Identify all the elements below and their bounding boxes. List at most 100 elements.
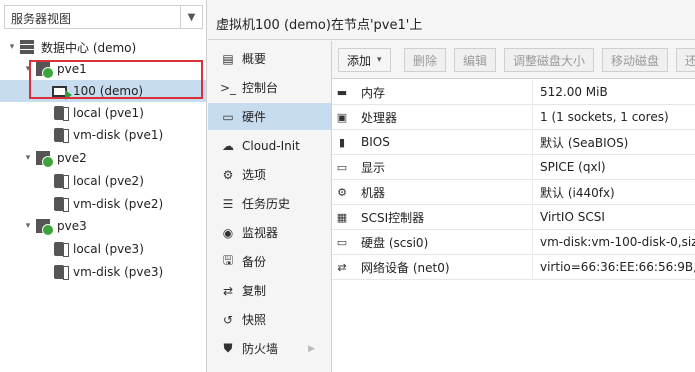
remove-button-label: 删除: [413, 53, 438, 68]
collapse-toggle-icon[interactable]: ▾: [22, 153, 34, 163]
storage-icon: [50, 241, 69, 257]
resize-disk-label: 调整磁盘大小: [513, 53, 586, 68]
nav-item-cloud-init[interactable]: ☁ Cloud-Init: [208, 132, 331, 159]
tree-node-datacenter[interactable]: ▾ 数据中心 (demo): [0, 36, 206, 58]
row-value: VirtIO SCSI: [540, 210, 605, 224]
row-value: SPICE (qxl): [540, 160, 606, 174]
nav-item-monitor[interactable]: ◉ 监视器: [208, 219, 331, 246]
hardware-row-network[interactable]: ⇄ 网络设备 (net0) virtio=66:36:EE:66:56:9B,b: [332, 255, 695, 280]
move-disk-button[interactable]: 移动磁盘: [602, 48, 669, 72]
shield-icon: ⛊: [223, 341, 233, 355]
add-button[interactable]: 添加 ▾: [338, 48, 391, 72]
cpu-icon: ▣: [336, 110, 348, 124]
database-icon: ▦: [336, 210, 348, 224]
hardware-grid: ▬ 内存 512.00 MiB ▣ 处理器 1 (1 sockets, 1 co…: [332, 79, 695, 372]
nav-item-label: 硬件: [242, 110, 267, 124]
hardware-toolbar: 添加 ▾ 删除 编辑 调整磁盘大小 移动磁盘 还: [332, 41, 695, 79]
tree-node-label: pve3: [57, 219, 87, 233]
vm-config-nav: ▤ 概要 >_ 控制台 ▭ 硬件 ☁ Cloud-Init ⚙ 选项 ☰ 任务历…: [208, 41, 332, 372]
remove-button[interactable]: 删除: [404, 48, 447, 72]
tree-node-vm-disk-pve1[interactable]: vm-disk (pve1): [0, 124, 206, 146]
row-key: BIOS: [361, 135, 390, 149]
hardware-row-cpu[interactable]: ▣ 处理器 1 (1 sockets, 1 cores): [332, 105, 695, 130]
row-key: 处理器: [361, 110, 398, 125]
tree-node-label: local (pve1): [73, 106, 144, 120]
tree-node-label: vm-disk (pve2): [73, 197, 164, 211]
storage-icon: [50, 173, 69, 189]
row-key: SCSI控制器: [361, 210, 425, 225]
nav-item-label: 任务历史: [242, 197, 291, 211]
tree-node-local-pve3[interactable]: local (pve3): [0, 238, 206, 260]
storage-icon: [50, 264, 69, 280]
tree-node-label: local (pve2): [73, 174, 144, 188]
tree-node-label: pve2: [57, 151, 87, 165]
nav-item-label: 快照: [242, 313, 267, 327]
hdd-icon: ▭: [336, 235, 348, 249]
edit-button[interactable]: 编辑: [454, 48, 497, 72]
cogs-icon: ⚙: [337, 185, 347, 199]
tree-node-vm-disk-pve2[interactable]: vm-disk (pve2): [0, 193, 206, 215]
exchange-icon: ⇄: [337, 260, 347, 274]
eye-icon: ◉: [222, 225, 234, 240]
nav-item-replication[interactable]: ⇄ 复制: [208, 277, 331, 304]
summary-icon: ▤: [222, 51, 234, 66]
resize-disk-button[interactable]: 调整磁盘大小: [504, 48, 595, 72]
content-header: 虚拟机100 (demo)在节点'pve1'上: [208, 0, 695, 40]
nav-item-task-history[interactable]: ☰ 任务历史: [208, 190, 331, 217]
nav-item-label: 备份: [242, 255, 267, 269]
chevron-down-icon[interactable]: ▼: [180, 6, 202, 28]
row-value: 1 (1 sockets, 1 cores): [540, 110, 669, 124]
hardware-row-scsi-controller[interactable]: ▦ SCSI控制器 VirtIO SCSI: [332, 205, 695, 230]
revert-button[interactable]: 还: [676, 48, 695, 72]
tree-node-label: 数据中心 (demo): [41, 40, 137, 55]
row-key: 机器: [361, 185, 386, 200]
row-value: virtio=66:36:EE:66:56:9B,b: [540, 260, 695, 274]
collapse-toggle-icon[interactable]: ▾: [6, 42, 18, 52]
list-icon: ☰: [222, 196, 234, 211]
view-select[interactable]: 服务器视图 ▼: [4, 5, 203, 29]
row-value: 512.00 MiB: [540, 85, 608, 99]
tree-node-label: vm-disk (pve1): [73, 128, 164, 142]
nav-item-hardware[interactable]: ▭ 硬件: [208, 103, 331, 130]
hardware-row-display[interactable]: ▭ 显示 SPICE (qxl): [332, 155, 695, 180]
revert-button-label: 还: [685, 53, 695, 68]
collapse-toggle-icon[interactable]: ▾: [22, 221, 34, 231]
retweet-icon: ⇄: [222, 283, 234, 298]
server-icon: [18, 39, 36, 55]
save-icon: 🖫: [222, 253, 234, 267]
edit-button-label: 编辑: [463, 53, 488, 68]
hardware-row-hard-disk[interactable]: ▭ 硬盘 (scsi0) vm-disk:vm-100-disk-0,size: [332, 230, 695, 255]
nav-item-snapshots[interactable]: ↺ 快照: [208, 306, 331, 333]
nav-item-backup[interactable]: 🖫 备份: [208, 248, 331, 275]
tree-node-local-pve1[interactable]: local (pve1): [0, 102, 206, 124]
tree-node-label: local (pve3): [73, 242, 144, 256]
gear-icon: ⚙: [222, 167, 234, 182]
console-icon: >_: [219, 80, 237, 95]
microchip-icon: ▮: [338, 135, 346, 149]
cloud-icon: ☁: [222, 138, 234, 153]
storage-icon: [50, 196, 69, 212]
row-value: 默认 (SeaBIOS): [540, 135, 629, 150]
nav-item-summary[interactable]: ▤ 概要: [208, 45, 331, 72]
chevron-down-icon: ▾: [377, 55, 382, 65]
tree-node-pve3[interactable]: ▾ pve3: [0, 215, 206, 237]
row-value: 默认 (i440fx): [540, 185, 615, 200]
hardware-row-bios[interactable]: ▮ BIOS 默认 (SeaBIOS): [332, 130, 695, 155]
row-key: 网络设备 (net0): [361, 260, 450, 275]
tree-node-pve2[interactable]: ▾ pve2: [0, 147, 206, 169]
resource-tree-panel: 服务器视图 ▼ ▾ 数据中心 (demo) ▾ pve1 100 (demo) …: [0, 0, 207, 372]
move-disk-label: 移动磁盘: [611, 53, 660, 68]
nav-item-label: 复制: [242, 284, 267, 298]
nav-item-options[interactable]: ⚙ 选项: [208, 161, 331, 188]
memory-icon: ▬: [336, 85, 348, 99]
tree-node-local-pve2[interactable]: local (pve2): [0, 170, 206, 192]
expand-arrow-icon[interactable]: ▶: [308, 344, 315, 354]
nav-item-firewall[interactable]: ⛊ 防火墙 ▶: [208, 335, 331, 362]
history-icon: ↺: [222, 312, 234, 327]
storage-icon: [50, 127, 69, 143]
hardware-row-machine[interactable]: ⚙ 机器 默认 (i440fx): [332, 180, 695, 205]
nav-item-console[interactable]: >_ 控制台: [208, 74, 331, 101]
hardware-row-memory[interactable]: ▬ 内存 512.00 MiB: [332, 80, 695, 105]
tree-node-vm-disk-pve3[interactable]: vm-disk (pve3): [0, 261, 206, 283]
tree-node-label: vm-disk (pve3): [73, 265, 164, 279]
